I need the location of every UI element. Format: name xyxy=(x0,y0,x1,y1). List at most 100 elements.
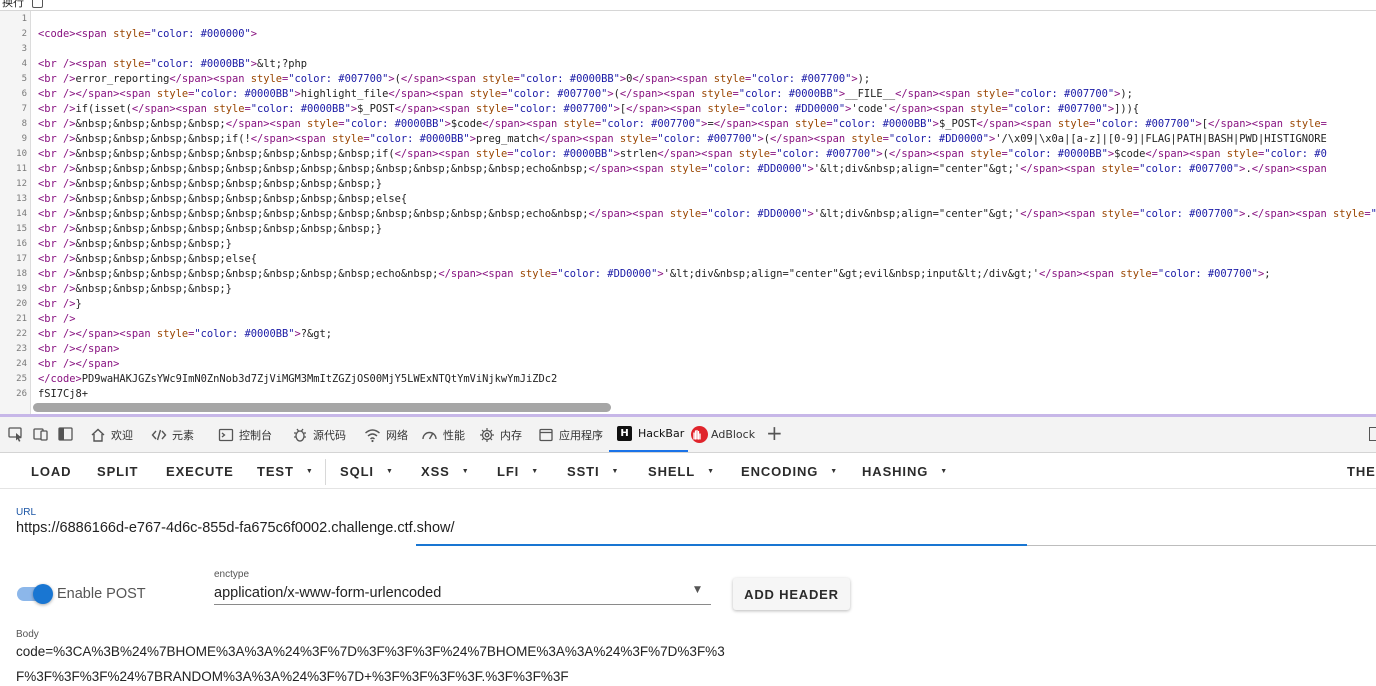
enctype-select[interactable]: application/x-www-form-urlencoded xyxy=(214,585,441,601)
source-line: 24 <br /></span> xyxy=(0,357,1376,372)
lfi-menu-button[interactable]: LFI ▼ xyxy=(497,453,539,489)
body-textarea-line-1[interactable]: code=%3CA%3B%24%7BHOME%3A%3A%24%3F%7D%3F… xyxy=(16,644,725,659)
tab-hackbar[interactable]: H HackBar xyxy=(609,417,689,452)
code-token: __FILE__ xyxy=(845,88,896,100)
code-token: style xyxy=(1057,118,1090,130)
code-token: style xyxy=(156,328,189,340)
test-menu-button[interactable]: TEST ▼ xyxy=(257,453,314,489)
line-content: <br />&nbsp;&nbsp;&nbsp;&nbsp;&nbsp;&nbs… xyxy=(38,267,1270,282)
code-token: &nbsp;&nbsp;&nbsp;&nbsp;&nbsp;&nbsp;&nbs… xyxy=(75,163,589,175)
tab-memory[interactable]: 内存 xyxy=(479,417,522,452)
body-textarea-line-2[interactable]: F%3F%3F%3F%24%7BRANDOM%3A%3A%24%3F%7D+%3… xyxy=(16,669,569,684)
tab-elements-label: 元素 xyxy=(172,428,194,442)
inspect-icon[interactable] xyxy=(7,425,25,443)
home-icon xyxy=(91,428,105,442)
code-token: "color: #007700" xyxy=(288,73,389,85)
code-token: "color: #0000BB" xyxy=(519,73,620,85)
code-token: style xyxy=(713,73,745,85)
code-token: </span><span xyxy=(482,118,564,130)
tab-network-label: 网络 xyxy=(386,428,408,442)
split-button[interactable]: SPLIT xyxy=(97,453,138,489)
code-token: </span><span xyxy=(888,148,971,160)
code-token: style xyxy=(738,148,770,160)
tab-sources[interactable]: 源代码 xyxy=(292,417,346,452)
device-emulation-icon[interactable] xyxy=(32,425,50,443)
theme-menu-button[interactable]: THE xyxy=(1347,453,1376,489)
chevron-down-icon: ▼ xyxy=(531,467,540,475)
code-token: > xyxy=(250,28,257,40)
sqli-menu-button[interactable]: SQLI ▼ xyxy=(340,453,394,489)
chevron-down-icon[interactable]: ▼ xyxy=(694,585,701,595)
code-token: "color: #007700" xyxy=(751,73,852,85)
code-token: "color: #007700" xyxy=(776,148,877,160)
shell-menu-button[interactable]: SHELL ▼ xyxy=(648,453,715,489)
code-token: style xyxy=(1101,163,1133,175)
code-token: error_reporting xyxy=(75,73,170,85)
line-number: 8 xyxy=(21,119,27,129)
code-token: style xyxy=(1289,118,1321,130)
code-token: highlight_file xyxy=(300,88,389,100)
code-token: "color: #DD0000" xyxy=(707,208,808,220)
hashing-menu-button[interactable]: HASHING ▼ xyxy=(862,453,948,489)
line-content: <br />&nbsp;&nbsp;&nbsp;&nbsp;if(!</span… xyxy=(38,132,1327,147)
wrap-checkbox[interactable] xyxy=(32,0,43,8)
code-token: &nbsp;&nbsp;&nbsp;&nbsp;&nbsp;&nbsp;&nbs… xyxy=(75,178,383,190)
source-line: 25 </code>PD9waHAKJGZsYWc9ImN0ZnNob3d7ZjV… xyxy=(0,372,1376,387)
code-token: </span><span xyxy=(388,88,470,100)
source-line: 23 <br /></span> xyxy=(0,342,1376,357)
code-token: ])){ xyxy=(1114,103,1140,115)
xss-menu-button[interactable]: XSS ▼ xyxy=(421,453,470,489)
line-content: <br />} xyxy=(38,297,82,312)
encoding-menu-button[interactable]: ENCODING ▼ xyxy=(741,453,838,489)
enable-post-toggle[interactable] xyxy=(17,584,53,604)
line-number: 5 xyxy=(21,74,27,84)
toggle-thumb xyxy=(33,584,53,604)
tab-console[interactable]: 控制台 xyxy=(218,417,272,452)
line-content: <br />&nbsp;&nbsp;&nbsp;&nbsp;</span><sp… xyxy=(38,117,1327,132)
tab-adblock[interactable]: AdBlock xyxy=(691,417,755,452)
code-token: <br /> xyxy=(38,313,76,325)
line-content: <br /></span><span style="color: #0000BB… xyxy=(38,327,332,342)
line-content: <br />error_reporting</span><span style=… xyxy=(38,72,870,87)
line-content: <br />if(isset(</span><span style="color… xyxy=(38,102,1139,117)
code-token: style xyxy=(701,88,733,100)
code-token: </span><span xyxy=(225,118,308,130)
add-tab-plus-icon[interactable]: + xyxy=(766,423,783,443)
code-token: "color: #0 xyxy=(1264,148,1327,160)
code-token: </span><span xyxy=(400,73,483,85)
code-token: &nbsp;&nbsp;&nbsp;&nbsp;} xyxy=(75,283,232,295)
load-button[interactable]: LOAD xyxy=(31,453,71,489)
chip-icon xyxy=(480,427,494,442)
code-token: if(isset( xyxy=(75,103,132,115)
code-token: <br /> xyxy=(38,118,76,130)
execute-button[interactable]: EXECUTE xyxy=(166,453,234,489)
line-content: <br /></span><span style="color: #0000BB… xyxy=(38,87,1133,102)
code-token: <br /> xyxy=(38,253,76,265)
tab-elements[interactable]: 元素 xyxy=(151,417,194,452)
code-token: "color: #007700" xyxy=(1095,118,1196,130)
source-line: 4 <br /><span style="color: #0000BB">&lt;… xyxy=(0,57,1376,72)
line-content: <br /> xyxy=(38,312,76,327)
shell-menu-label: SHELL xyxy=(648,463,696,479)
horizontal-scrollbar[interactable] xyxy=(33,403,611,412)
lfi-menu-label: LFI xyxy=(497,463,520,479)
line-number: 4 xyxy=(21,59,27,69)
bug-icon xyxy=(294,428,306,442)
tab-performance[interactable]: 性能 xyxy=(421,417,465,452)
tab-network[interactable]: 网络 xyxy=(364,417,408,452)
source-line: 18 <br />&nbsp;&nbsp;&nbsp;&nbsp;&nbsp;&n… xyxy=(0,267,1376,282)
url-input[interactable]: https://6886166d-e767-4d6c-855d-fa675c6f… xyxy=(16,520,455,536)
add-header-button[interactable]: ADD HEADER xyxy=(733,578,850,610)
code-token: </code> xyxy=(38,373,82,385)
ssti-menu-button[interactable]: SSTI ▼ xyxy=(567,453,619,489)
code-token: <code><span xyxy=(38,28,114,40)
code-token: "color: #007700" xyxy=(1007,103,1108,115)
tab-application[interactable]: 应用程序 xyxy=(538,417,603,452)
wifi-icon xyxy=(365,428,380,442)
more-panel-icon[interactable] xyxy=(1369,427,1376,441)
dock-side-icon[interactable] xyxy=(57,425,75,443)
enable-post-label: Enable POST xyxy=(57,586,146,602)
code-token: '/\x09|\x0a|[a-z]|[0-9]|FLAG|PATH|BASH|P… xyxy=(995,133,1327,145)
line-number: 6 xyxy=(21,89,27,99)
tab-welcome[interactable]: 欢迎 xyxy=(90,417,133,452)
